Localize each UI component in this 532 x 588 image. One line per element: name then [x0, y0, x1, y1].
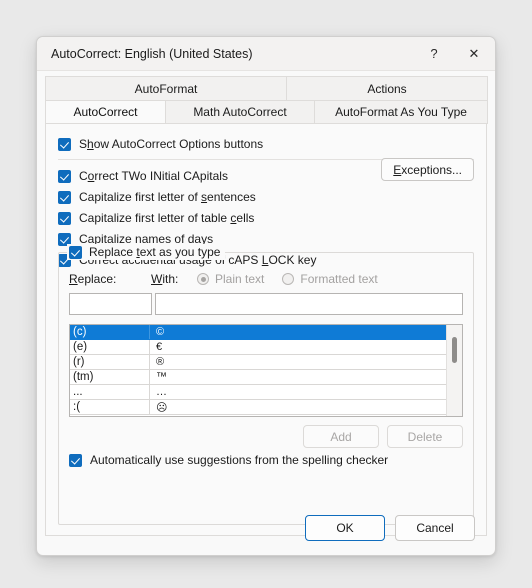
radio-formatted-text[interactable]: Formatted text — [282, 272, 378, 286]
radio-formatted-text-indicator[interactable] — [282, 273, 295, 285]
delete-button[interactable]: Delete — [387, 425, 463, 448]
replacement-value: ☹ — [156, 401, 168, 414]
table-row[interactable]: (c) © — [70, 325, 446, 340]
table-row[interactable]: (r) ® — [70, 355, 446, 370]
checkbox-spelling-checker[interactable] — [69, 453, 82, 467]
with-input[interactable] — [155, 293, 463, 315]
replacement-value: … — [156, 386, 167, 398]
tab-autoformat-as-you-type[interactable]: AutoFormat As You Type — [314, 100, 488, 124]
tab-row-lower: AutoCorrect Math AutoCorrect AutoFormat … — [45, 100, 488, 124]
option-capitalize-sentences-label: Capitalize first letter of sentences — [79, 190, 256, 204]
title-bar: AutoCorrect: English (United States) ? ✕ — [37, 37, 495, 71]
option-two-initial-capitals-label: Correct TWo INitial CApitals — [79, 169, 228, 183]
replacement-key: (tm) — [70, 370, 150, 384]
replace-with-labels: Replace: With: Plain text Formatted text — [69, 269, 463, 289]
tab-strip: AutoFormat Actions AutoCorrect Math Auto… — [37, 71, 495, 124]
checkbox-replace-text-as-you-type[interactable] — [69, 245, 82, 259]
option-capitalize-sentences[interactable]: Capitalize first letter of sentences — [58, 187, 474, 207]
tab-autoformat[interactable]: AutoFormat — [45, 76, 287, 100]
option-show-options-buttons[interactable]: Show AutoCorrect Options buttons — [58, 134, 474, 154]
list-scrollbar[interactable] — [446, 325, 462, 416]
radio-plain-text[interactable]: Plain text — [197, 272, 264, 286]
replacement-value: € — [156, 341, 163, 353]
replacement-value: ™ — [156, 371, 167, 383]
replace-text-group: Replace text as you type Replace: With: … — [58, 244, 474, 525]
add-button[interactable]: Add — [303, 425, 379, 448]
ok-button[interactable]: OK — [305, 515, 385, 541]
replace-input[interactable] — [69, 293, 152, 315]
option-show-options-buttons-label: Show AutoCorrect Options buttons — [79, 137, 264, 151]
dialog-title: AutoCorrect: English (United States) — [51, 46, 253, 61]
replace-with-inputs — [69, 293, 463, 315]
cancel-button[interactable]: Cancel — [395, 515, 475, 541]
exceptions-button[interactable]: Exceptions... — [381, 158, 474, 181]
replace-text-group-label: Replace text as you type — [89, 245, 221, 259]
tab-row-upper: AutoFormat Actions — [45, 76, 488, 100]
replacement-key: (r) — [70, 355, 150, 369]
replacements-list[interactable]: (c) © (e) € (r) ® (tm) ™ ... …:(☹ — [69, 324, 463, 417]
tab-autocorrect[interactable]: AutoCorrect — [45, 100, 166, 124]
replacement-value: © — [156, 326, 165, 338]
dialog-footer: OK Cancel — [37, 501, 495, 555]
option-spelling-checker-label: Automatically use suggestions from the s… — [90, 453, 389, 467]
replacement-key: (c) — [70, 325, 150, 339]
list-action-buttons: Add Delete — [303, 425, 463, 448]
checkbox-capitalize-table-cells[interactable] — [58, 211, 71, 225]
replace-text-group-header[interactable]: Replace text as you type — [67, 244, 226, 260]
table-row[interactable]: ... … — [70, 385, 446, 400]
replacement-value: ® — [156, 356, 165, 368]
radio-plain-text-indicator[interactable] — [197, 273, 209, 285]
table-row[interactable]: (tm) ™ — [70, 370, 446, 385]
close-icon[interactable]: ✕ — [453, 37, 495, 71]
table-row[interactable]: (e) € — [70, 340, 446, 355]
tab-actions[interactable]: Actions — [286, 76, 488, 100]
option-capitalize-table-cells-label: Capitalize first letter of table cells — [79, 211, 255, 225]
replacement-key: (e) — [70, 340, 150, 354]
option-capitalize-table-cells[interactable]: Capitalize first letter of table cells — [58, 208, 474, 228]
checkbox-capitalize-sentences[interactable] — [58, 190, 71, 204]
replacement-key: :( — [70, 400, 150, 414]
autocorrect-panel: Show AutoCorrect Options buttons Correct… — [45, 124, 487, 536]
radio-plain-text-label: Plain text — [215, 272, 265, 286]
replacements-rows: (c) © (e) € (r) ® (tm) ™ ... …:(☹ — [70, 325, 446, 416]
table-row[interactable]: :( ☹ — [70, 400, 446, 415]
with-label: With: — [151, 272, 179, 286]
tab-math-autocorrect[interactable]: Math AutoCorrect — [165, 100, 315, 124]
help-icon[interactable]: ? — [415, 37, 453, 71]
checkbox-show-options-buttons[interactable] — [58, 137, 71, 151]
list-scrollbar-thumb[interactable] — [452, 337, 457, 363]
replace-label: Replace: — [69, 272, 117, 286]
option-spelling-checker[interactable]: Automatically use suggestions from the s… — [69, 453, 388, 467]
checkbox-two-initial-capitals[interactable] — [58, 169, 71, 183]
autocorrect-dialog: AutoCorrect: English (United States) ? ✕… — [36, 36, 496, 556]
radio-formatted-text-label: Formatted text — [300, 272, 378, 286]
replacement-key: ... — [70, 385, 150, 399]
